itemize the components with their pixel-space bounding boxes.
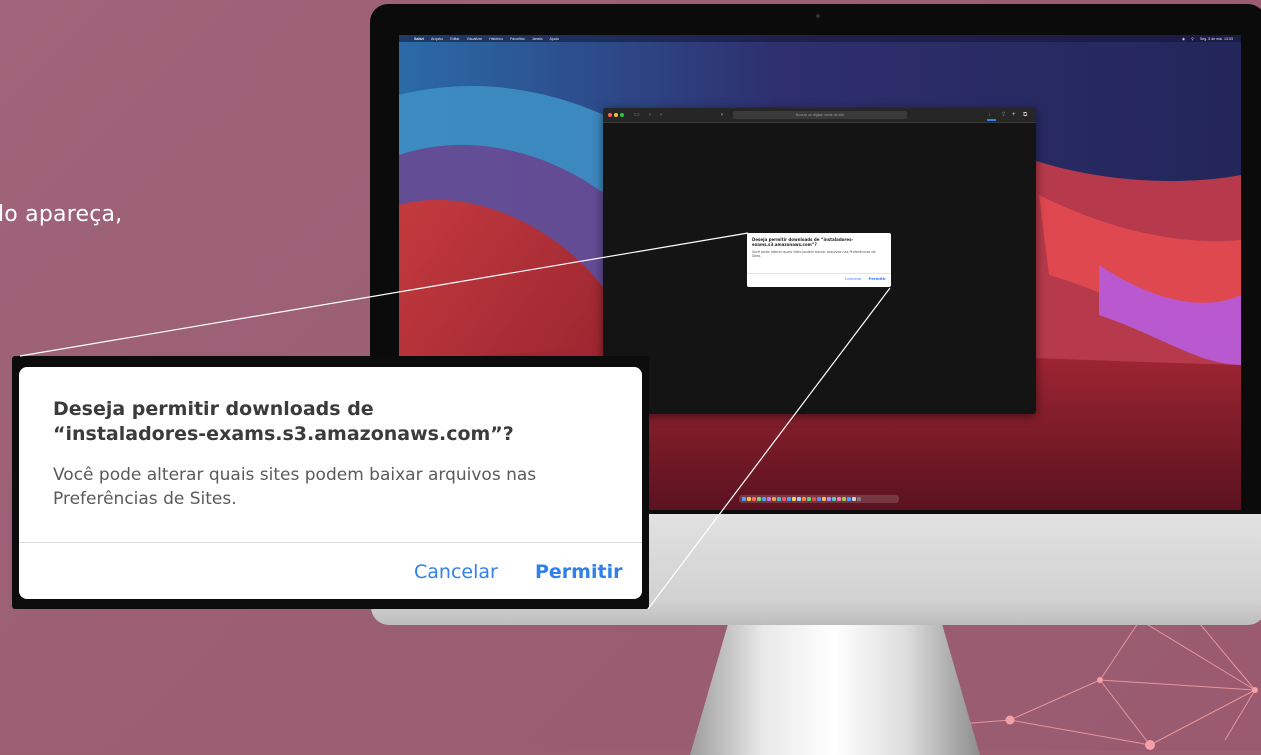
dialog-message: Você pode alterar quais sites podem baix… — [53, 465, 537, 509]
cancel-button[interactable]: Cancelar — [414, 561, 498, 583]
dialog-title: Deseja permitir downloads de “instalador… — [53, 398, 514, 445]
allow-button[interactable]: Permitir — [535, 561, 622, 583]
dialog-separator — [19, 542, 642, 543]
download-permission-dialog: Deseja permitir downloads de “instalador… — [19, 367, 642, 599]
